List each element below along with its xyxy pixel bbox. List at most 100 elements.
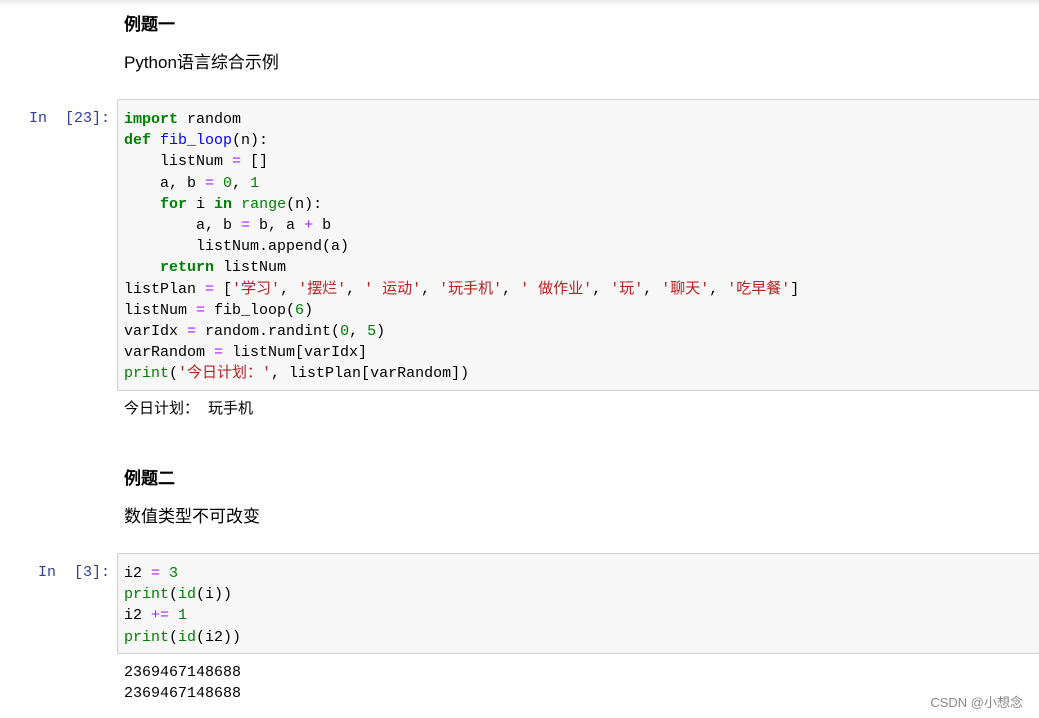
code-builtin: print <box>124 365 170 383</box>
code-line: a, b = 0, 1 <box>124 173 1039 194</box>
code-builtin: print <box>124 586 170 604</box>
code-string: '吃早餐' <box>727 280 791 298</box>
code-keyword: for <box>160 195 188 213</box>
code-line: varIdx = random.randint(0, 5) <box>124 321 1039 342</box>
code-keyword: import <box>124 111 179 128</box>
code-line: print(id(i)) <box>124 584 1039 605</box>
code-cell-editor-1[interactable]: import random def fib_loop(n): listNum = … <box>117 99 1039 391</box>
code-text: [ <box>214 280 233 298</box>
code-text: , listPlan[varRandom]) <box>271 365 470 383</box>
code-text: , <box>421 280 440 298</box>
code-string: '聊天' <box>661 280 710 298</box>
code-keyword: def <box>124 132 152 150</box>
code-operator: = <box>205 174 215 192</box>
code-text: listNum <box>214 259 287 277</box>
markdown-paragraph-1: Python语言综合示例 <box>124 53 279 72</box>
code-number: 5 <box>367 322 377 340</box>
code-text: [] <box>241 153 269 171</box>
code-number: 3 <box>169 565 179 582</box>
code-operator: += <box>151 607 170 625</box>
code-builtin: id <box>178 628 197 646</box>
code-text: , <box>280 280 299 298</box>
code-text: , <box>346 280 365 298</box>
code-text: , <box>709 280 728 298</box>
code-line: def fib_loop(n): <box>124 130 1039 151</box>
code-text: b <box>313 216 332 234</box>
code-text: varIdx <box>124 322 188 340</box>
code-string: '摆烂' <box>298 280 347 298</box>
code-text: i2 <box>124 607 152 625</box>
code-operator: = <box>187 322 197 340</box>
code-operator: = <box>196 301 206 319</box>
code-text: (i2)) <box>196 628 242 646</box>
cell-output-1: 今日计划： 玩手机 <box>124 399 253 420</box>
code-text: listNum <box>124 301 197 319</box>
code-keyword: return <box>160 259 215 277</box>
code-builtin: range <box>241 195 287 213</box>
toolbar-shadow <box>0 0 1039 6</box>
code-text: (n): <box>232 132 269 150</box>
code-text: , <box>643 280 662 298</box>
code-text: random.randint( <box>196 322 341 340</box>
code-line: print('今日计划：', listPlan[varRandom]) <box>124 363 1039 384</box>
code-string: '学习' <box>232 280 281 298</box>
code-text: ) <box>304 301 314 319</box>
code-text: fib_loop( <box>205 301 296 319</box>
code-text: , <box>349 322 368 340</box>
code-text: listNum <box>124 153 233 171</box>
code-string: '今日计划：' <box>178 365 272 383</box>
code-text: ) <box>376 322 386 340</box>
code-line: print(id(i2)) <box>124 627 1039 648</box>
code-text: b, a <box>250 216 305 234</box>
cell-output-2: 2369467148688 2369467148688 <box>124 662 241 704</box>
code-text: ( <box>169 365 179 383</box>
csdn-watermark: CSDN @小想念 <box>930 695 1023 710</box>
code-operator: = <box>205 280 215 298</box>
code-string: ' 运动' <box>364 280 422 298</box>
markdown-heading-1: 例题一 <box>124 15 175 34</box>
markdown-heading-2: 例题二 <box>124 469 175 488</box>
code-string: '玩手机' <box>439 280 503 298</box>
code-text: ( <box>169 586 179 604</box>
output-line: 2369467148688 <box>124 685 242 702</box>
code-builtin: print <box>124 628 170 646</box>
code-function-name: fib_loop <box>160 132 233 150</box>
code-number: 6 <box>295 301 305 319</box>
markdown-paragraph-2: 数值类型不可改变 <box>124 507 260 526</box>
code-line: listNum.append(a) <box>124 236 1039 257</box>
code-operator: = <box>241 216 251 234</box>
code-text: varRandom <box>124 344 215 362</box>
code-string: '玩' <box>610 280 644 298</box>
input-prompt-23: In [23]: <box>28 110 110 127</box>
code-text: ( <box>169 628 179 646</box>
code-string: ' 做作业' <box>520 280 593 298</box>
code-text: a, b <box>124 216 242 234</box>
code-text: , <box>502 280 521 298</box>
code-line: listNum = fib_loop(6) <box>124 300 1039 321</box>
code-text: listNum[varIdx] <box>223 344 368 362</box>
code-operator: = <box>214 344 224 362</box>
code-line: a, b = b, a + b <box>124 215 1039 236</box>
code-keyword: in <box>214 195 233 213</box>
output-line: 今日计划： 玩手机 <box>124 401 254 418</box>
code-line: for i in range(n): <box>124 194 1039 215</box>
code-text: , <box>232 174 251 192</box>
code-builtin: id <box>178 586 197 604</box>
code-operator: = <box>151 565 161 582</box>
code-cell-editor-2[interactable]: i2 = 3 print(id(i)) i2 += 1 print(id(i2)) <box>117 553 1039 654</box>
code-text: a, b <box>124 174 206 192</box>
output-line: 2369467148688 <box>124 664 242 681</box>
code-text: listNum.append(a) <box>124 238 350 256</box>
code-number: 0 <box>340 322 350 340</box>
code-number: 1 <box>250 174 260 192</box>
code-line: varRandom = listNum[varIdx] <box>124 342 1039 363</box>
code-text: (n): <box>286 195 323 213</box>
code-text: (i)) <box>196 586 233 604</box>
code-line: import random <box>124 109 1039 130</box>
